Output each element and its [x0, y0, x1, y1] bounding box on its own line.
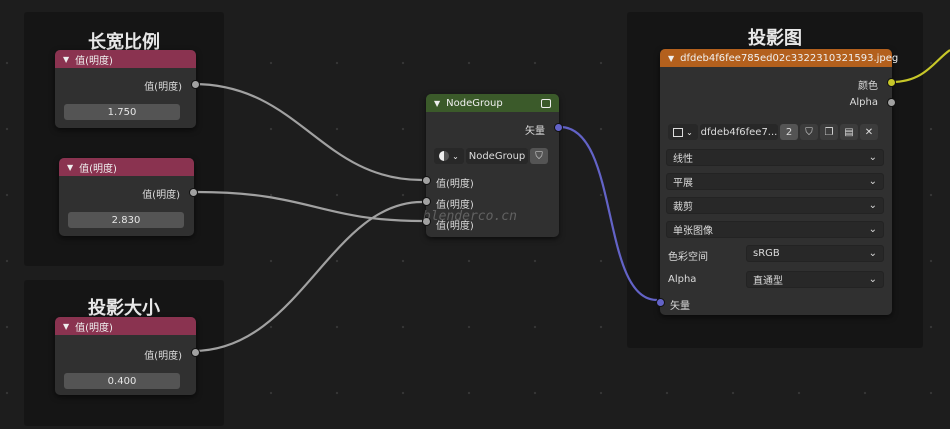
fake-user-shield-icon[interactable]: ⛉	[530, 148, 548, 164]
chevron-down-icon: ⌄	[686, 127, 693, 137]
output-label: 值(明度)	[144, 351, 182, 362]
link-size-to-group	[192, 200, 423, 353]
node-header[interactable]: ▼ 值(明度)	[59, 158, 194, 176]
node-title: 值(明度)	[75, 55, 113, 67]
output-label: 值(明度)	[144, 82, 182, 93]
input-socket[interactable]	[422, 176, 431, 185]
value-field[interactable]: 1.750	[64, 104, 180, 120]
extension-dropdown[interactable]: 裁剪 ⌄	[666, 197, 884, 214]
chevron-down-icon[interactable]: ▼	[67, 163, 73, 172]
open-folder-icon[interactable]: ▤	[840, 124, 858, 140]
chevron-down-icon[interactable]: ▼	[668, 54, 674, 63]
alpha-mode-dropdown[interactable]: 直通型 ⌄	[746, 271, 884, 288]
chevron-down-icon: ⌄	[868, 176, 877, 187]
chevron-down-icon: ⌄	[868, 274, 877, 285]
value-node-aspect[interactable]: ▼ 值(明度) 值(明度) 1.750	[55, 50, 200, 128]
alpha-label: Alpha	[668, 274, 697, 285]
output-socket-color[interactable]	[887, 78, 896, 87]
output-socket[interactable]	[191, 348, 200, 357]
close-icon[interactable]: ✕	[860, 124, 878, 140]
node-title: 值(明度)	[79, 163, 117, 175]
node-title: dfdeb4f6fee785ed02c3322310321593.jpeg	[680, 52, 899, 64]
chevron-down-icon: ⌄	[868, 224, 877, 235]
link-vector-to-image	[559, 125, 658, 302]
input-socket-vector[interactable]	[656, 298, 665, 307]
node-title: NodeGroup	[446, 97, 503, 109]
image-browse-button[interactable]: ⌄	[668, 124, 698, 140]
group-browse-button[interactable]: ⌄	[434, 148, 464, 164]
dropdown-value: 单张图像	[673, 226, 713, 237]
output-label: 值(明度)	[142, 190, 180, 201]
node-header[interactable]: ▼ dfdeb4f6fee785ed02c3322310321593.jpeg	[660, 49, 898, 67]
dropdown-value: 裁剪	[673, 202, 693, 213]
output-label: 矢量	[525, 126, 545, 137]
output-label-color: 颜色	[858, 81, 878, 92]
chevron-down-icon[interactable]: ▼	[63, 55, 69, 64]
link-color-out	[891, 49, 950, 84]
dropdown-value: 线性	[673, 154, 693, 165]
input-label-vector: 矢量	[670, 301, 690, 312]
color-space-dropdown[interactable]: sRGB ⌄	[746, 245, 884, 262]
fake-user-shield-icon[interactable]: ⛉	[800, 124, 818, 140]
dropdown-value: 平展	[673, 178, 693, 189]
output-label-alpha: Alpha	[849, 97, 878, 108]
value-field[interactable]: 0.400	[64, 373, 180, 389]
chevron-down-icon: ⌄	[868, 152, 877, 163]
chevron-down-icon: ⌄	[868, 248, 877, 259]
node-group-icon	[439, 151, 450, 161]
node-title: 值(明度)	[75, 322, 113, 334]
value-field[interactable]: 2.830	[68, 212, 184, 228]
image-texture-node[interactable]: ▼ dfdeb4f6fee785ed02c3322310321593.jpeg …	[656, 49, 898, 315]
output-socket[interactable]	[191, 80, 200, 89]
user-count[interactable]: 2	[780, 124, 798, 140]
interpolation-dropdown[interactable]: 线性 ⌄	[666, 149, 884, 166]
node-header[interactable]: ▼ 值(明度)	[55, 50, 196, 68]
projection-dropdown[interactable]: 平展 ⌄	[666, 173, 884, 190]
source-dropdown[interactable]: 单张图像 ⌄	[666, 221, 884, 238]
link-value2-to-group	[196, 190, 423, 223]
input-socket[interactable]	[422, 197, 431, 206]
chevron-down-icon: ⌄	[452, 151, 459, 161]
link-aspect-to-group	[192, 82, 423, 182]
output-socket-vector[interactable]	[554, 123, 563, 132]
dropdown-value: sRGB	[753, 248, 780, 259]
output-socket[interactable]	[189, 188, 198, 197]
image-name-field[interactable]: dfdeb4f6fee7...	[700, 124, 778, 140]
node-tree-icon[interactable]	[541, 98, 551, 108]
input-label: 值(明度)	[436, 179, 474, 190]
value-node-size[interactable]: ▼ 值(明度) 值(明度) 0.400	[55, 317, 200, 395]
chevron-down-icon[interactable]: ▼	[434, 99, 440, 108]
node-header[interactable]: ▼ 值(明度)	[55, 317, 196, 335]
dropdown-value: 直通型	[753, 276, 783, 287]
chevron-down-icon[interactable]: ▼	[63, 322, 69, 331]
chevron-down-icon: ⌄	[868, 200, 877, 211]
watermark: blenderco.cn	[423, 209, 517, 224]
group-name-field[interactable]: NodeGroup	[466, 148, 528, 164]
image-icon	[673, 127, 684, 137]
duplicate-icon[interactable]: ❐	[820, 124, 838, 140]
node-header[interactable]: ▼ NodeGroup	[426, 94, 559, 112]
value-node-2[interactable]: ▼ 值(明度) 值(明度) 2.830	[59, 158, 198, 236]
color-space-label: 色彩空间	[668, 252, 708, 263]
output-socket-alpha[interactable]	[887, 98, 896, 107]
